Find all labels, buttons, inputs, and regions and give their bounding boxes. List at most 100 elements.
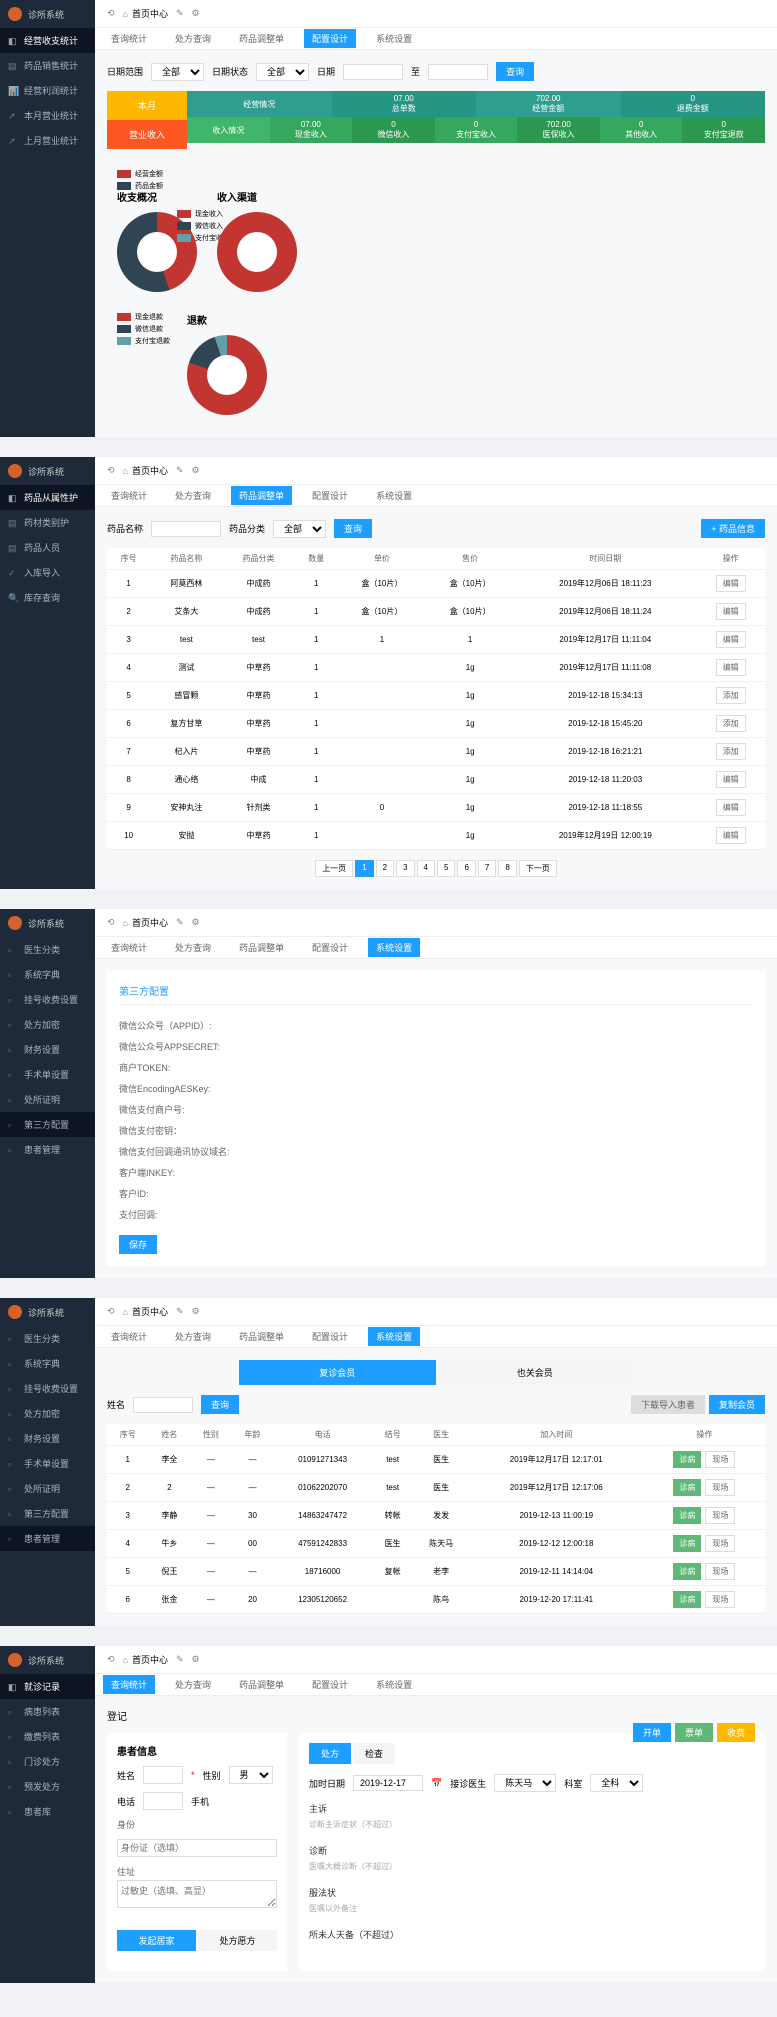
tab[interactable]: 药品调整单 (231, 486, 292, 505)
edit-button[interactable]: 编辑 (716, 827, 746, 844)
side-item[interactable]: ▫系统字典 (0, 962, 95, 987)
page-button[interactable]: 上一页 (315, 860, 353, 877)
tab[interactable]: 查询统计 (103, 1675, 155, 1694)
edit-button[interactable]: 编辑 (716, 659, 746, 676)
edit-button[interactable]: 编辑 (716, 799, 746, 816)
tab[interactable]: 配置设计 (304, 1675, 356, 1694)
side-item[interactable]: ▫第三方配置 (0, 1501, 95, 1526)
tab[interactable]: 药品调整单 (231, 1675, 292, 1694)
side-item[interactable]: ▫挂号收费设置 (0, 1376, 95, 1401)
side-item[interactable]: ▫处方加密 (0, 1401, 95, 1426)
side-item[interactable]: ▫系统字典 (0, 1351, 95, 1376)
pill[interactable]: 也关会员 (436, 1360, 633, 1385)
search-button[interactable]: 查询 (201, 1395, 239, 1414)
side-item[interactable]: ▤药材类别护 (0, 510, 95, 535)
ticket-button[interactable]: 票单 (675, 1723, 713, 1742)
tab[interactable]: 查询统计 (103, 486, 155, 505)
side-item[interactable]: 📊经营利润统计 (0, 78, 95, 103)
side-item[interactable]: ▫第三方配置 (0, 1112, 95, 1137)
tab[interactable]: 药品调整单 (231, 938, 292, 957)
tab[interactable]: 查询统计 (103, 29, 155, 48)
allergy-input[interactable] (117, 1880, 277, 1908)
side-item[interactable]: ▫手术单设置 (0, 1062, 95, 1087)
sub-tab[interactable]: 处方愿方 (198, 1930, 277, 1951)
tab[interactable]: 系统设置 (368, 938, 420, 957)
sub-tab[interactable]: 检查 (353, 1743, 395, 1764)
field-button[interactable]: 现场 (705, 1451, 735, 1468)
doctor-select[interactable]: 陈天马 (494, 1774, 556, 1792)
side-item[interactable]: ↗本月营业统计 (0, 103, 95, 128)
tab[interactable]: 配置设计 (304, 1327, 356, 1346)
side-item[interactable]: ▫预发处方 (0, 1774, 95, 1799)
date-from[interactable] (343, 64, 403, 80)
tab[interactable]: 处方查询 (167, 29, 219, 48)
side-item[interactable]: ▫医生分类 (0, 937, 95, 962)
page-button[interactable]: 4 (417, 860, 435, 877)
date-to[interactable] (428, 64, 488, 80)
tab[interactable]: 处方查询 (167, 486, 219, 505)
side-item[interactable]: ▫患者库 (0, 1799, 95, 1824)
tab[interactable]: 配置设计 (304, 938, 356, 957)
page-button[interactable]: 1 (355, 860, 373, 877)
category-select[interactable]: 全部 (273, 520, 326, 538)
add-button[interactable]: + 药品信息 (701, 519, 765, 538)
side-item[interactable]: ▫缴费列表 (0, 1724, 95, 1749)
tab[interactable]: 查询统计 (103, 1327, 155, 1346)
page-button[interactable]: 6 (457, 860, 475, 877)
tab[interactable]: 系统设置 (368, 29, 420, 48)
side-item[interactable]: 🔍库存查询 (0, 585, 95, 610)
page-button[interactable]: 7 (478, 860, 496, 877)
tab[interactable]: 处方查询 (167, 1327, 219, 1346)
textarea-field[interactable]: 诊断主诉症状（不超过） (309, 1815, 755, 1834)
tab[interactable]: 处方查询 (167, 1675, 219, 1694)
tab[interactable]: 配置设计 (304, 486, 356, 505)
visit-button[interactable]: 诊病 (673, 1535, 701, 1552)
tab[interactable]: 药品调整单 (231, 1327, 292, 1346)
side-item[interactable]: ▫处所证明 (0, 1476, 95, 1501)
side-item[interactable]: ↗上月营业统计 (0, 128, 95, 153)
side-item[interactable]: ✓入库导入 (0, 560, 95, 585)
range-select[interactable]: 全部 (151, 63, 204, 81)
tab[interactable]: 系统设置 (368, 1675, 420, 1694)
visit-button[interactable]: 诊病 (673, 1563, 701, 1580)
edit-button[interactable]: 添加 (716, 743, 746, 760)
page-button[interactable]: 5 (437, 860, 455, 877)
tab[interactable]: 系统设置 (368, 1327, 420, 1346)
edit-button[interactable]: 添加 (716, 687, 746, 704)
name-input[interactable] (133, 1397, 193, 1413)
visit-button[interactable]: 诊病 (673, 1507, 701, 1524)
page-button[interactable]: 3 (396, 860, 414, 877)
field-button[interactable]: 现场 (705, 1479, 735, 1496)
tab[interactable]: 配置设计 (304, 29, 356, 48)
search-button[interactable]: 查询 (496, 62, 534, 81)
visit-button[interactable]: 诊病 (673, 1451, 701, 1468)
field-button[interactable]: 现场 (705, 1591, 735, 1608)
tab[interactable]: 查询统计 (103, 938, 155, 957)
page-button[interactable]: 下一页 (519, 860, 557, 877)
idcard-input[interactable] (117, 1839, 277, 1857)
download-button[interactable]: 下载导入患者 (631, 1395, 705, 1414)
visit-button[interactable]: 诊病 (673, 1479, 701, 1496)
side-item[interactable]: ▫手术单设置 (0, 1451, 95, 1476)
tel-input[interactable] (143, 1792, 183, 1810)
side-item[interactable]: ▫处方加密 (0, 1012, 95, 1037)
side-item[interactable]: ▫患者管理 (0, 1526, 95, 1551)
side-item[interactable]: ▫财务设置 (0, 1037, 95, 1062)
order-button[interactable]: 开单 (633, 1723, 671, 1742)
copy-button[interactable]: 复制会员 (709, 1395, 765, 1414)
sub-tab[interactable]: 发起居家 (117, 1930, 196, 1951)
name-input[interactable] (151, 521, 221, 537)
pill[interactable]: 复诊会员 (239, 1360, 436, 1385)
side-item[interactable]: ▫财务设置 (0, 1426, 95, 1451)
tab[interactable]: 药品调整单 (231, 29, 292, 48)
sex-select[interactable]: 男 (229, 1766, 273, 1784)
edit-button[interactable]: 添加 (716, 715, 746, 732)
page-button[interactable]: 8 (498, 860, 516, 877)
name-input[interactable] (143, 1766, 183, 1784)
side-item[interactable]: ▫门诊处方 (0, 1749, 95, 1774)
side-item[interactable]: ▫医生分类 (0, 1326, 95, 1351)
side-item[interactable]: ▫患者管理 (0, 1137, 95, 1162)
edit-button[interactable]: 编辑 (716, 631, 746, 648)
visit-button[interactable]: 诊病 (673, 1591, 701, 1608)
field-button[interactable]: 现场 (705, 1563, 735, 1580)
